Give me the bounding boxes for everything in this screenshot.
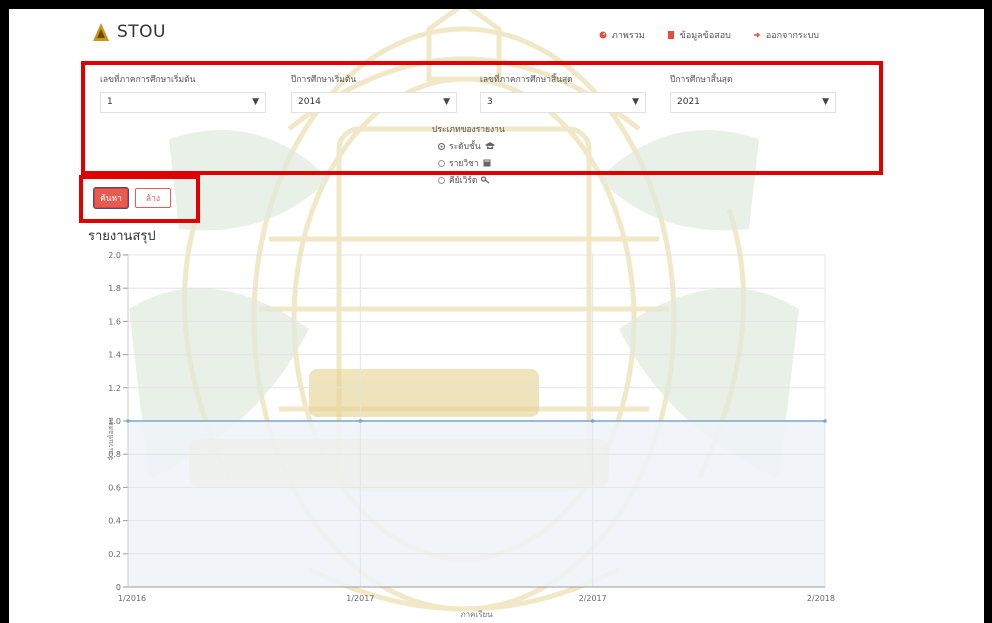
end-year-value: 2021 <box>677 97 700 107</box>
radio-selected-icon[interactable] <box>438 142 445 150</box>
radio-unselected-icon[interactable] <box>438 176 445 184</box>
start-semester-group: เลขที่ภาคการศึกษาเริ่มต้น 1 ▼ <box>100 72 266 113</box>
report-type-option-subject[interactable]: รายวิชา <box>432 156 505 170</box>
nav-menu: ภาพรวม ข้อมูลข้อสอบ ออกจากระบบ <box>599 28 819 42</box>
filter-panel: เลขที่ภาคการศึกษาเริ่มต้น 1 ▼ ปีการศึกษา… <box>81 61 883 186</box>
report-type-option-level[interactable]: ระดับชั้น <box>432 139 505 153</box>
end-semester-group: เลขที่ภาคการศึกษาสิ้นสุด 3 ▼ <box>480 72 646 113</box>
end-year-label: ปีการศึกษาสิ้นสุด <box>670 75 733 85</box>
report-type-option-label: รายวิชา <box>449 159 479 169</box>
stou-logo-icon <box>93 23 109 41</box>
data-point <box>126 419 130 423</box>
report-type-option-label: ระดับชั้น <box>449 142 481 152</box>
start-year-group: ปีการศึกษาเริ่มต้น 2014 ▼ <box>291 72 457 113</box>
key-icon <box>481 176 490 184</box>
nav-item-overview-label: ภาพรวม <box>611 31 645 41</box>
series-area <box>128 421 825 587</box>
end-semester-label: เลขที่ภาคการศึกษาสิ้นสุด <box>480 75 573 85</box>
brand[interactable]: STOU <box>93 22 166 42</box>
y-tick-label: 2.0 <box>108 251 121 260</box>
end-year-select[interactable]: 2021 ▼ <box>670 92 836 113</box>
summary-line-chart: 00.20.40.60.81.01.21.41.61.82.01/2016 1/2… <box>107 251 835 619</box>
y-tick-label: 1.4 <box>108 351 121 360</box>
x-axis-title: ภาคเรียน <box>460 610 493 619</box>
y-tick-label: 0.4 <box>108 517 121 526</box>
nav-item-exam-data[interactable]: ข้อมูลข้อสอบ <box>667 28 731 42</box>
end-year-group: ปีการศึกษาสิ้นสุด 2021 ▼ <box>670 72 836 113</box>
nav-item-overview[interactable]: ภาพรวม <box>599 28 645 42</box>
summary-title: รายงานสรุป <box>88 229 156 244</box>
y-axis-title: จำนวนข้อสอบ <box>107 417 115 460</box>
top-navbar: STOU ภาพรวม ข้อมูลข้อสอบ ออกจากระบบ <box>9 9 984 59</box>
brand-name: STOU <box>117 22 166 42</box>
search-button[interactable]: ค้นหา <box>94 188 128 208</box>
start-semester-select[interactable]: 1 ▼ <box>100 92 266 113</box>
data-point <box>823 419 827 423</box>
end-semester-value: 3 <box>487 97 493 107</box>
clear-button[interactable]: ล้าง <box>135 188 171 208</box>
app-window: STOU ภาพรวม ข้อมูลข้อสอบ ออกจากระบบ เลขท… <box>9 9 984 623</box>
document-icon <box>667 31 674 39</box>
report-type-option-label: คีย์เวิร์ด <box>449 176 478 186</box>
report-type-option-keyword[interactable]: คีย์เวิร์ด <box>432 173 505 187</box>
start-semester-label: เลขที่ภาคการศึกษาเริ่มต้น <box>100 75 196 85</box>
x-tick-label: 2/2018 <box>807 594 835 603</box>
y-tick-label: 0.2 <box>108 550 121 559</box>
report-type-group: ประเภทของรายงาน ระดับชั้น รายวิชา คีย์เว… <box>432 122 505 187</box>
x-tick-label: 1/2017 <box>346 594 374 603</box>
end-semester-select[interactable]: 3 ▼ <box>480 92 646 113</box>
action-buttons-panel: ค้นหา ล้าง <box>79 175 200 223</box>
data-point <box>590 419 595 423</box>
caret-down-icon: ▼ <box>632 97 639 107</box>
x-tick-label: 2/2017 <box>579 594 607 603</box>
y-tick-label: 0 <box>116 583 121 592</box>
start-year-label: ปีการศึกษาเริ่มต้น <box>291 75 357 85</box>
start-year-select[interactable]: 2014 ▼ <box>291 92 457 113</box>
nav-item-logout[interactable]: ออกจากระบบ <box>753 28 819 42</box>
graduation-cap-icon <box>484 142 495 149</box>
caret-down-icon: ▼ <box>252 97 259 107</box>
y-tick-label: 1.2 <box>108 384 121 393</box>
report-type-label: ประเภทของรายงาน <box>432 125 505 135</box>
caret-down-icon: ▼ <box>443 97 450 107</box>
x-tick-label: 1/2016 <box>118 594 146 603</box>
y-tick-label: 0.6 <box>108 483 121 492</box>
dashboard-icon <box>599 31 607 39</box>
sign-out-icon <box>753 32 760 38</box>
nav-item-exam-data-label: ข้อมูลข้อสอบ <box>679 31 731 41</box>
y-tick-label: 1.6 <box>108 317 121 326</box>
data-point <box>358 419 363 423</box>
start-year-value: 2014 <box>298 97 321 107</box>
start-semester-value: 1 <box>107 97 113 107</box>
book-icon <box>483 159 491 167</box>
radio-unselected-icon[interactable] <box>438 159 445 167</box>
caret-down-icon: ▼ <box>822 97 829 107</box>
y-tick-label: 1.8 <box>108 284 121 293</box>
nav-item-logout-label: ออกจากระบบ <box>765 31 819 41</box>
